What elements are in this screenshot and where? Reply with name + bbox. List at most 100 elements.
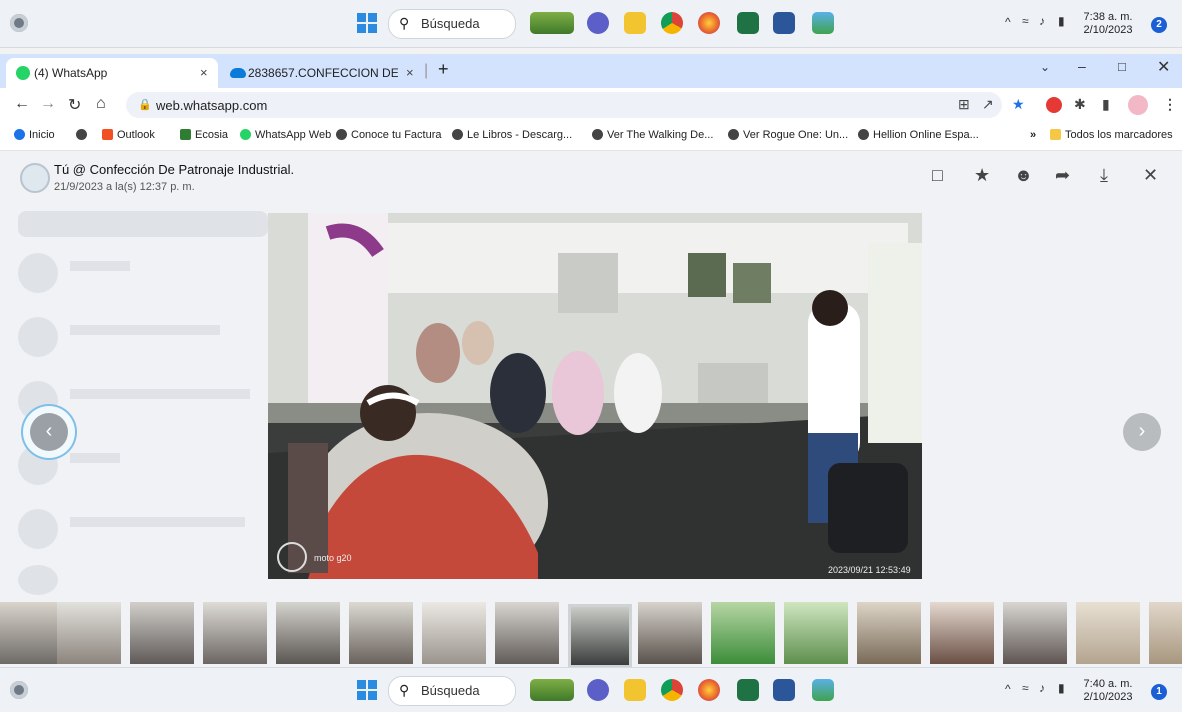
weather-widget-icon[interactable] [530,679,574,701]
notification-badge[interactable]: 1 [1151,684,1167,700]
react-emoji-icon[interactable]: ☻ [1014,165,1033,186]
wifi-icon[interactable]: ≈ [1022,14,1029,28]
new-tab-button[interactable]: + [438,59,449,80]
extensions-icon[interactable]: ✱ [1074,96,1086,113]
tab-whatsapp[interactable]: (4) WhatsApp × [6,58,218,88]
close-icon[interactable]: ✕ [1143,165,1158,186]
media-thumbnail[interactable] [422,602,486,664]
notification-badge[interactable]: 2 [1151,17,1167,33]
media-viewer: Tú @ Confección De Patronaje Industrial.… [0,151,1182,668]
more-bookmarks-button[interactable]: » [1030,129,1036,141]
bookmark-outlook[interactable]: Outlook [102,129,155,141]
volume-icon[interactable]: ♪ [1039,681,1045,695]
next-media-button[interactable]: › [1123,413,1161,451]
volume-icon[interactable]: ♪ [1039,14,1045,28]
close-tab-icon[interactable]: × [200,65,208,80]
tray-expand-icon[interactable]: ^ [1005,15,1011,29]
taskbar-search[interactable]: ⚲ Búsqueda [388,9,516,39]
reload-icon[interactable]: ↻ [68,95,81,115]
firefox-icon[interactable] [698,12,720,34]
media-thumbnail[interactable] [857,602,921,664]
media-photo[interactable]: moto g20 2023/09/21 12:53:49 [268,213,922,579]
media-thumbnail[interactable] [57,602,121,664]
bookmark-star-icon[interactable]: ★ [1012,96,1025,113]
install-icon[interactable]: ⊞ [958,96,970,113]
clock[interactable]: 7:40 a. m. 2/10/2023 [1078,678,1138,704]
firefox-icon[interactable] [698,679,720,701]
address-bar[interactable]: 🔒 web.whatsapp.com [126,92,1002,118]
adblock-plus-icon[interactable] [1046,97,1062,113]
home-icon[interactable]: ⌂ [96,95,106,113]
media-thumbnail[interactable] [203,602,267,664]
media-thumbnail[interactable] [495,602,559,664]
download-icon[interactable]: ⤓ [1100,165,1108,186]
minimize-button[interactable]: – [1078,58,1086,74]
bookmark-factura[interactable]: Conoce tu Factura [336,129,442,141]
teams-chat-icon[interactable] [587,679,609,701]
app-icon[interactable] [812,12,834,34]
excel-icon[interactable] [737,12,759,34]
teams-chat-icon[interactable] [587,12,609,34]
forward-icon[interactable]: → [40,95,56,113]
excel-icon[interactable] [737,679,759,701]
bookmark-hellion[interactable]: Hellion Online Espa... [858,129,979,141]
file-explorer-icon[interactable] [624,679,646,701]
taskbar-search[interactable]: ⚲ Búsqueda [388,676,516,706]
weather-widget-icon[interactable] [530,12,574,34]
share-icon[interactable]: ↗ [982,96,994,113]
media-thumbnail[interactable] [349,602,413,664]
lock-icon[interactable]: 🔒 [138,98,152,111]
media-thumbnail[interactable] [130,602,194,664]
bookmark-rogue-one[interactable]: Ver Rogue One: Un... [728,129,848,141]
media-thumbnail[interactable] [276,602,340,664]
tab-onedrive[interactable]: 2838657.CONFECCION DE SHOF × [220,58,426,88]
media-thumbnail[interactable] [784,602,848,664]
photo-date-stamp: 2023/09/21 12:53:49 [828,565,911,575]
file-explorer-icon[interactable] [624,12,646,34]
tray-expand-icon[interactable]: ^ [1005,682,1011,696]
side-panel-icon[interactable]: ▮ [1102,96,1110,113]
go-to-message-icon[interactable]: □ [932,165,943,186]
close-window-button[interactable]: ✕ [1157,57,1170,77]
bookmark-ecosia[interactable]: Ecosia [180,129,228,141]
menu-icon[interactable]: ⋮ [1163,96,1177,113]
media-thumbnail[interactable] [0,602,58,664]
bookmark-walking-dead[interactable]: Ver The Walking De... [592,129,713,141]
bookmark-whatsapp-web[interactable]: WhatsApp Web [240,129,331,141]
globe-icon [76,129,87,140]
media-thumbnail-selected[interactable] [568,604,632,668]
start-button[interactable] [357,680,377,700]
onedrive-favicon-icon [230,68,246,78]
maximize-button[interactable]: □ [1118,59,1126,74]
widgets-icon[interactable] [10,681,28,699]
app-icon[interactable] [812,679,834,701]
battery-icon[interactable]: ▮ [1058,681,1065,695]
media-thumbnail[interactable] [1076,602,1140,664]
media-thumbnail[interactable] [638,602,702,664]
chrome-icon[interactable] [661,12,683,34]
close-tab-icon[interactable]: × [406,65,414,80]
word-icon[interactable] [773,12,795,34]
forward-icon[interactable]: ➦ [1055,165,1070,186]
word-icon[interactable] [773,679,795,701]
start-button[interactable] [357,13,377,33]
clock[interactable]: 7:38 a. m. 2/10/2023 [1078,11,1138,37]
widgets-icon[interactable] [10,14,28,32]
star-icon[interactable]: ★ [974,165,990,186]
media-thumbnail[interactable] [1149,602,1182,664]
tab-search-icon[interactable]: ⌄ [1040,60,1050,74]
chrome-icon[interactable] [661,679,683,701]
bookmark-libros[interactable]: Le Libros - Descarg... [452,129,572,141]
previous-media-button[interactable]: ‹ [30,413,68,451]
bookmark-blank[interactable] [76,129,91,141]
back-icon[interactable]: ← [14,95,30,113]
media-thumbnail[interactable] [930,602,994,664]
all-bookmarks[interactable]: Todos los marcadores [1050,129,1173,141]
media-thumbnail[interactable] [711,602,775,664]
battery-icon[interactable]: ▮ [1058,14,1065,28]
media-thumbnail[interactable] [1003,602,1067,664]
profile-avatar[interactable] [1128,95,1148,115]
wifi-icon[interactable]: ≈ [1022,681,1029,695]
sender-avatar[interactable] [20,163,50,193]
bookmark-inicio[interactable]: Inicio [14,129,55,141]
